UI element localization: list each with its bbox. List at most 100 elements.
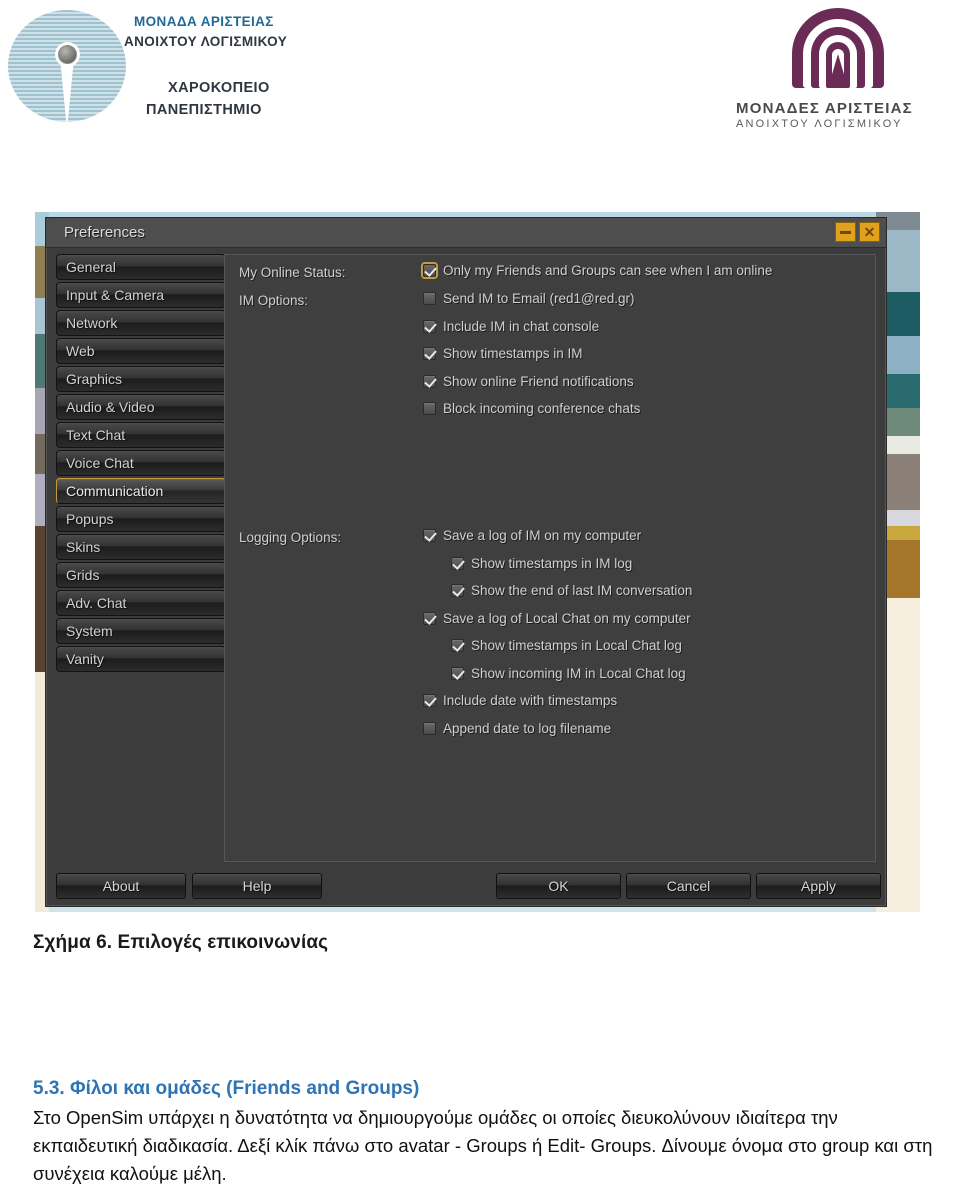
sidebar-item-adv-chat[interactable]: Adv. Chat [56, 590, 226, 616]
left-logo-line2: ΑΝΟΙΧΤΟΥ ΛΟΓΙΣΜΙΚΟΥ [124, 34, 288, 49]
checkbox-row-save-a-log-of-im-on-my-computer[interactable]: Save a log of IM on my computer [423, 528, 641, 543]
sidebar-item-label: General [66, 259, 116, 275]
checkbox-checked-icon[interactable] [451, 639, 464, 652]
checkbox-row-show-incoming-im-in-local-chat-log[interactable]: Show incoming IM in Local Chat log [451, 666, 686, 681]
checkbox-label: Show incoming IM in Local Chat log [471, 665, 686, 681]
screenshot-figure: Preferences ✕ General Input & Camera Netwo… [35, 212, 920, 912]
left-logo-line4: ΠΑΝΕΠΙΣΤΗΜΙΟ [146, 102, 262, 118]
checkbox-checked-icon[interactable] [451, 666, 464, 680]
checkbox-row-append-date-to-log-filename[interactable]: Append date to log filename [423, 721, 611, 736]
checkbox-row-send-im-to-email-red1-red-gr[interactable]: Send IM to Email (red1@red.gr) [423, 291, 635, 306]
checkbox-row-show-timestamps-in-local-chat-log[interactable]: Show timestamps in Local Chat log [451, 638, 682, 653]
open-source-keyhole-icon [8, 10, 126, 130]
harokopio-logo: ΜΟΝΑΔΑ ΑΡΙΣΤΕΙΑΣ ΑΝΟΙΧΤΟΥ ΛΟΓΙΣΜΙΚΟΥ ΧΑΡ… [8, 6, 478, 136]
sidebar-item-vanity[interactable]: Vanity [56, 646, 226, 672]
checkbox-unchecked-icon[interactable] [423, 402, 436, 415]
checkbox-checked-icon[interactable] [451, 584, 464, 597]
body-paragraph: Στο OpenSim υπάρχει η δυνατότητα να δημι… [33, 1104, 938, 1188]
checkbox-checked-icon[interactable] [423, 347, 436, 360]
checkbox-row-show-timestamps-in-im-log[interactable]: Show timestamps in IM log [451, 556, 632, 571]
checkbox-label: Show online Friend notifications [443, 373, 634, 389]
left-logo-line1: ΜΟΝΑΔΑ ΑΡΙΣΤΕΙΑΣ [134, 14, 274, 29]
checkbox-row-block-incoming-conference-chats[interactable]: Block incoming conference chats [423, 401, 640, 416]
about-button[interactable]: About [56, 873, 186, 899]
checkbox-label: Only my Friends and Groups can see when … [443, 263, 773, 278]
checkbox-label: Show timestamps in IM log [471, 555, 633, 571]
online-status-label: My Online Status: [239, 265, 346, 280]
window-titlebar: Preferences ✕ [46, 218, 886, 248]
checkbox-label: Include date with timestamps [443, 693, 618, 708]
checkbox-unchecked-icon[interactable] [423, 292, 436, 305]
sidebar-item-input-camera[interactable]: Input & Camera [56, 282, 226, 308]
checkbox-row-include-im-in-chat-console[interactable]: Include IM in chat console [423, 319, 599, 334]
window-title: Preferences [64, 224, 145, 241]
checkbox-label: Include IM in chat console [443, 318, 600, 334]
sidebar-item-label: Input & Camera [66, 287, 165, 303]
preferences-sidebar: General Input & Camera Network Web Graphics A… [56, 254, 226, 862]
close-button[interactable]: ✕ [859, 222, 880, 242]
sidebar-item-label: Adv. Chat [66, 595, 127, 611]
checkbox-row-show-timestamps-in-im[interactable]: Show timestamps in IM [423, 346, 583, 361]
apply-button[interactable]: Apply [756, 873, 881, 899]
right-logo-line1: ΜΟΝΑΔΕΣ ΑΡΙΣΤΕΙΑΣ [736, 100, 913, 117]
sidebar-item-popups[interactable]: Popups [56, 506, 226, 532]
window-footer: About Help OK Cancel Apply [46, 868, 888, 908]
checkbox-checked-icon[interactable] [423, 694, 436, 707]
sidebar-item-skins[interactable]: Skins [56, 534, 226, 560]
checkbox-checked-icon[interactable] [451, 556, 464, 570]
sidebar-item-label: Popups [66, 511, 114, 527]
sidebar-item-web[interactable]: Web [56, 338, 226, 364]
checkbox-label: Show timestamps in IM [443, 346, 583, 361]
sidebar-item-graphics[interactable]: Graphics [56, 366, 226, 392]
section-heading: 5.3. Φίλοι και ομάδες (Friends and Group… [33, 1078, 420, 1099]
checkbox-row-only-my-friends-and-groups-can-see-when-i-am-o[interactable]: Only my Friends and Groups can see when … [423, 263, 772, 278]
preferences-window: Preferences ✕ General Input & Camera Netwo… [45, 217, 887, 907]
checkbox-row-show-the-end-of-last-im-conversation[interactable]: Show the end of last IM conversation [451, 583, 692, 598]
checkbox-checked-icon[interactable] [423, 529, 436, 542]
checkbox-row-include-date-with-timestamps[interactable]: Include date with timestamps [423, 693, 617, 708]
ok-button[interactable]: OK [496, 873, 621, 899]
im-options-label: IM Options: [239, 293, 309, 308]
minimize-button[interactable] [835, 222, 856, 242]
monades-aristeias-logo: ΜΟΝΑΔΕΣ ΑΡΙΣΤΕΙΑΣ ΑΝΟΙΧΤΟΥ ΛΟΓΙΣΜΙΚΟΥ [722, 8, 952, 134]
sidebar-item-label: Grids [66, 567, 100, 583]
paragraph-text: Στο OpenSim υπάρχει η δυνατότητα να δημι… [33, 1107, 933, 1184]
checkbox-label: Save a log of IM on my computer [443, 528, 642, 543]
sidebar-item-label: Graphics [66, 371, 123, 387]
checkbox-row-show-online-friend-notifications[interactable]: Show online Friend notifications [423, 374, 634, 389]
cancel-button[interactable]: Cancel [626, 873, 751, 899]
sidebar-item-system[interactable]: System [56, 618, 226, 644]
communication-panel: My Online Status: IM Options: Logging Op… [224, 254, 876, 862]
sidebar-item-grids[interactable]: Grids [56, 562, 226, 588]
checkbox-checked-icon[interactable] [423, 374, 436, 388]
sidebar-item-label: Text Chat [66, 427, 126, 443]
close-icon: ✕ [863, 224, 876, 240]
checkbox-checked-icon[interactable] [423, 319, 436, 333]
checkbox-label: Show timestamps in Local Chat log [471, 638, 682, 653]
sidebar-item-label: Skins [66, 539, 101, 555]
sidebar-item-audio-video[interactable]: Audio & Video [56, 394, 226, 420]
sidebar-item-general[interactable]: General [56, 254, 226, 280]
checkbox-label: Send IM to Email (red1@red.gr) [443, 291, 635, 306]
sidebar-item-label: Web [66, 343, 95, 359]
sidebar-item-network[interactable]: Network [56, 310, 226, 336]
sidebar-item-label: System [66, 623, 113, 639]
checkbox-checked-icon[interactable] [423, 264, 436, 277]
sidebar-item-communication[interactable]: Communication [56, 478, 226, 504]
sidebar-item-text-chat[interactable]: Text Chat [56, 422, 226, 448]
checkbox-label: Block incoming conference chats [443, 401, 641, 416]
checkbox-label: Show the end of last IM conversation [471, 583, 693, 598]
checkbox-unchecked-icon[interactable] [423, 721, 436, 735]
sidebar-item-label: Vanity [66, 651, 104, 667]
sidebar-item-label: Audio & Video [66, 399, 155, 415]
sidebar-item-label: Communication [66, 483, 164, 499]
checkbox-row-save-a-log-of-local-chat-on-my-computer[interactable]: Save a log of Local Chat on my computer [423, 611, 691, 626]
figure-caption: Σχήμα 6. Επιλογές επικοινωνίας [33, 932, 329, 953]
sidebar-item-voice-chat[interactable]: Voice Chat [56, 450, 226, 476]
checkbox-checked-icon[interactable] [423, 611, 436, 625]
sidebar-item-label: Voice Chat [66, 455, 134, 471]
help-button[interactable]: Help [192, 873, 322, 899]
page-header: ΜΟΝΑΔΑ ΑΡΙΣΤΕΙΑΣ ΑΝΟΙΧΤΟΥ ΛΟΓΙΣΜΙΚΟΥ ΧΑΡ… [0, 0, 960, 150]
logging-options-label: Logging Options: [239, 530, 342, 545]
concentric-arcs-icon [792, 8, 884, 96]
